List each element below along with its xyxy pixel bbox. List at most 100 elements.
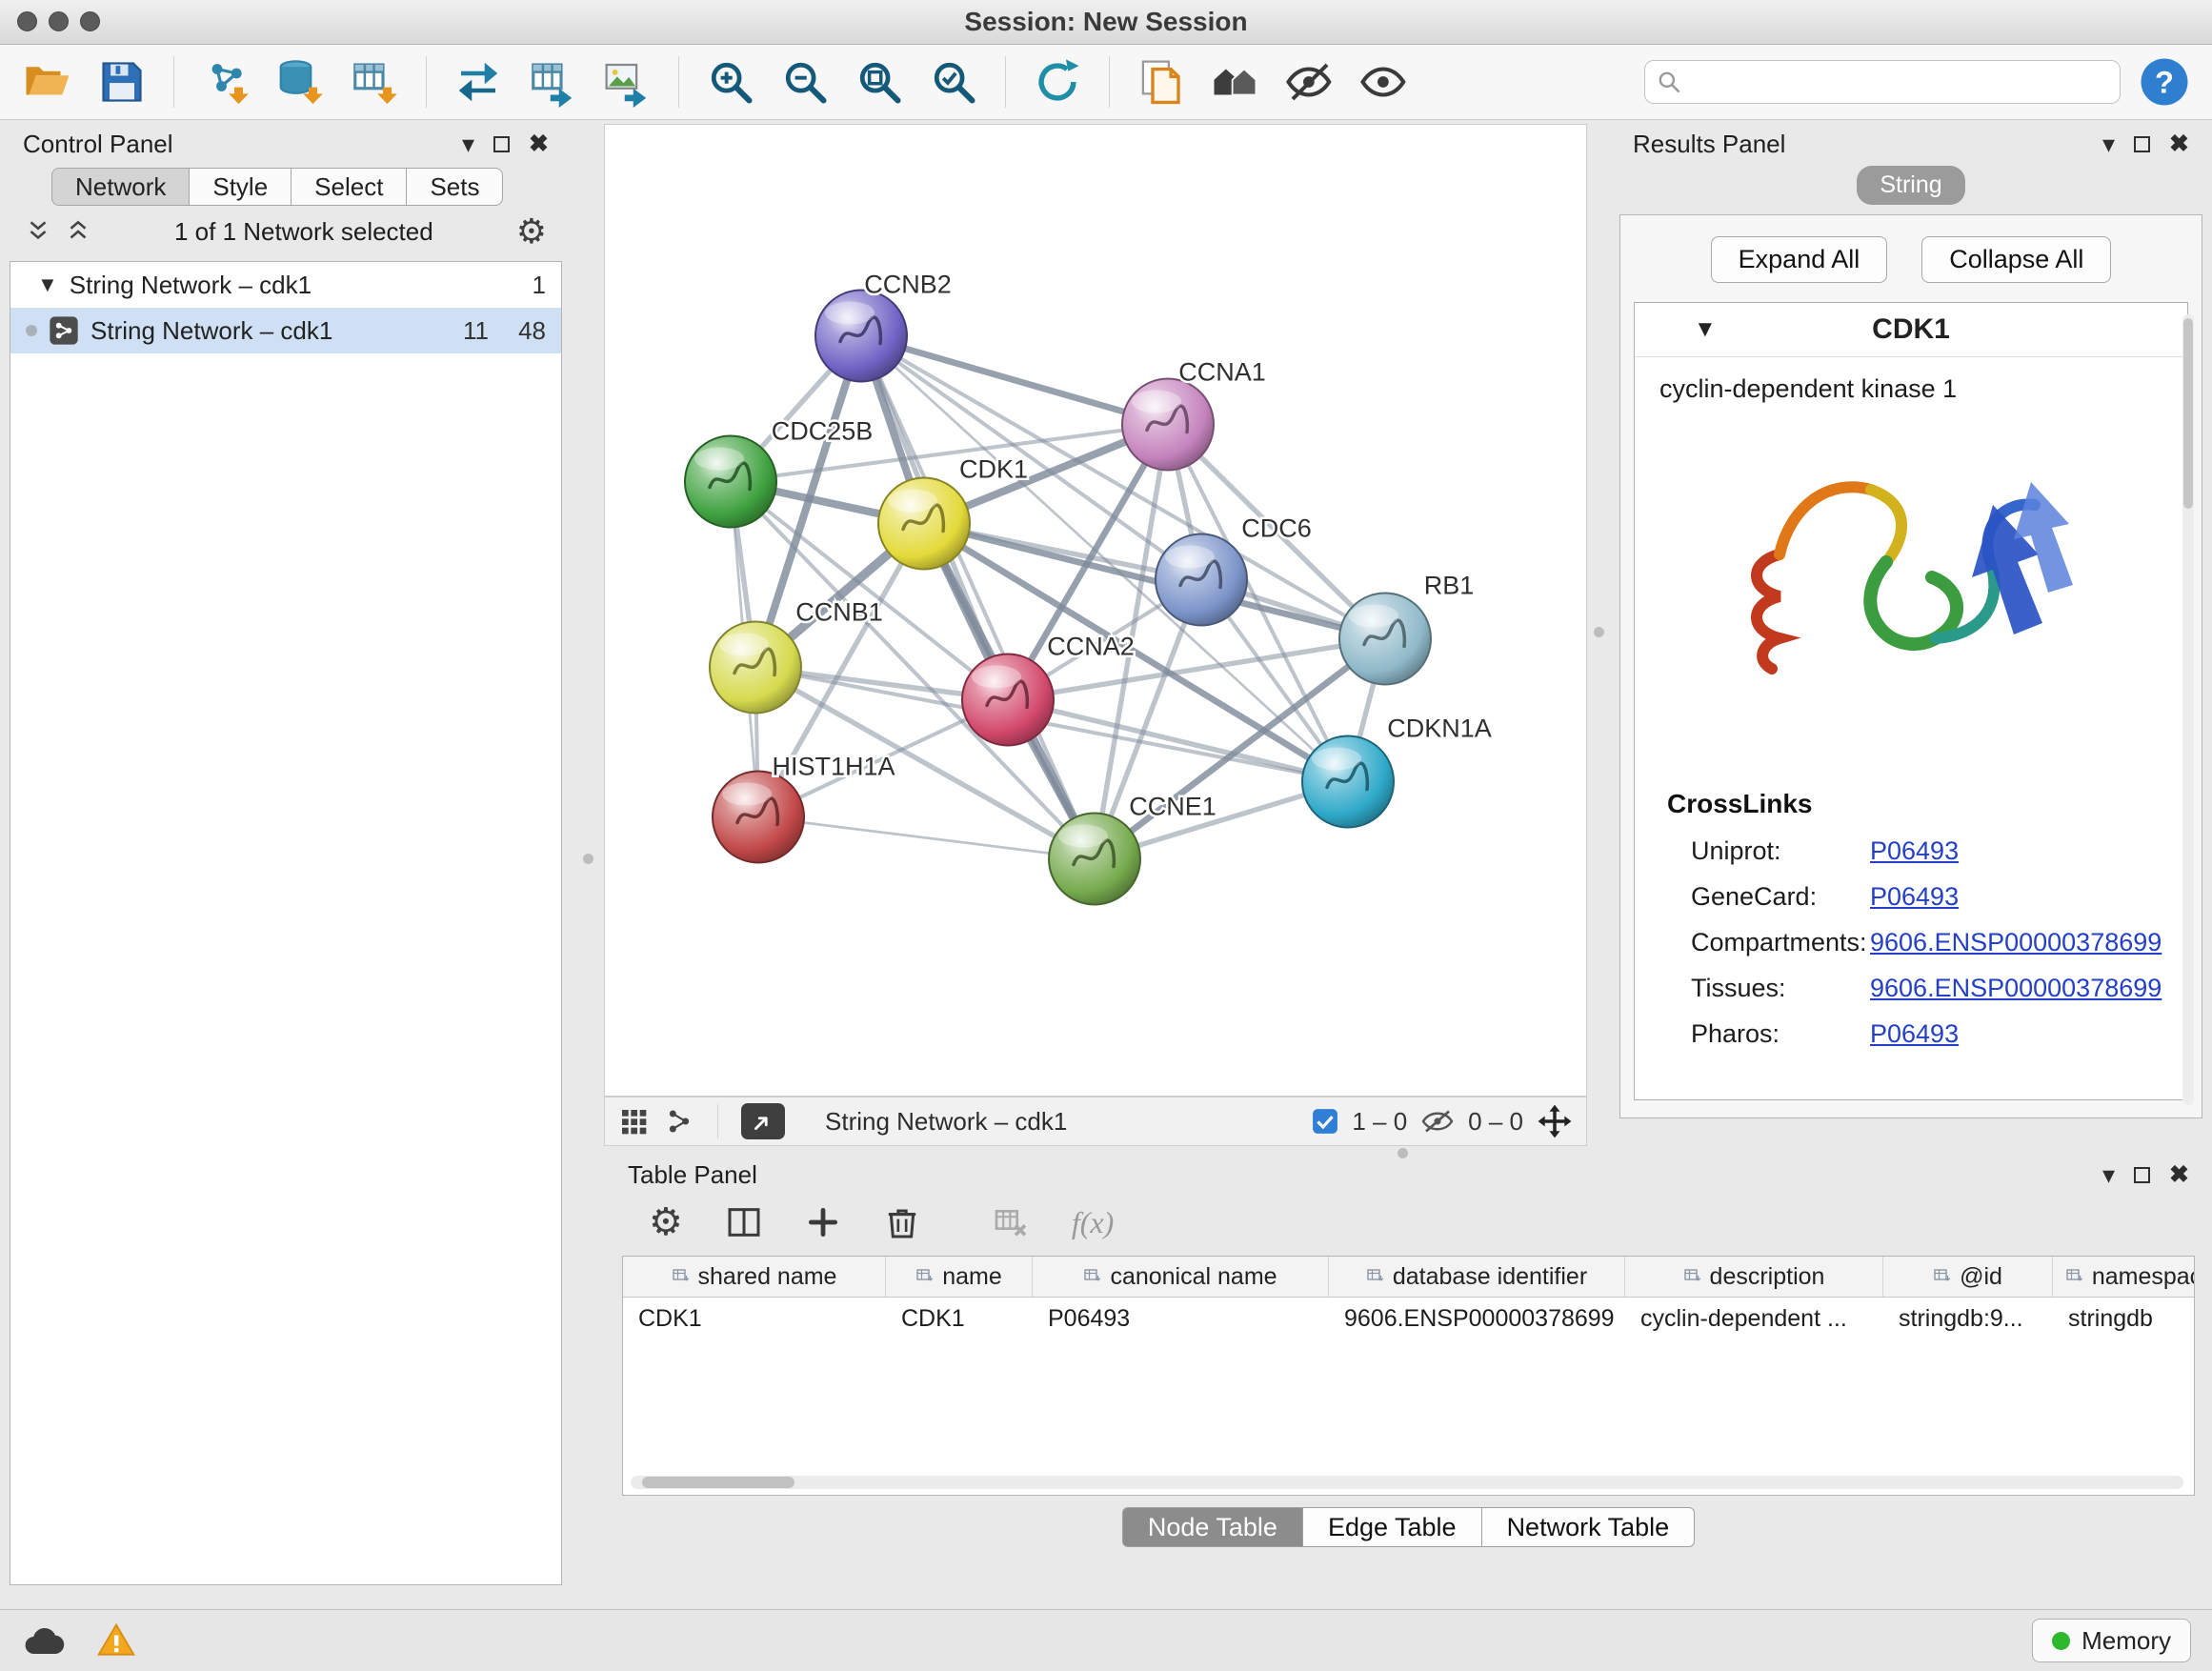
tab-style[interactable]: Style <box>190 168 292 206</box>
collapse-entry-icon[interactable]: ▼ <box>1694 316 1717 343</box>
save-session-button[interactable] <box>91 51 152 112</box>
open-session-button[interactable] <box>17 51 78 112</box>
birds-eye-view-icon[interactable] <box>664 1106 694 1137</box>
memory-button[interactable]: Memory <box>2032 1619 2191 1662</box>
help-button[interactable]: ? <box>2134 51 2195 112</box>
clear-table-icon <box>992 1203 1030 1241</box>
show-hidden-button[interactable] <box>1354 51 1415 112</box>
node-gloss <box>1165 546 1215 569</box>
network-edge[interactable] <box>924 524 1385 639</box>
network-edge[interactable] <box>758 817 1095 859</box>
column-header[interactable]: canonical name <box>1033 1257 1329 1297</box>
tab-edge-table[interactable]: Edge Table <box>1303 1507 1482 1547</box>
zoom-selected-button[interactable] <box>923 51 984 112</box>
splitter-handle[interactable] <box>1594 627 1604 637</box>
gear-icon[interactable]: ⚙ <box>516 214 547 249</box>
crosslink-value[interactable]: 9606.ENSP00000378699 <box>1870 974 2162 1003</box>
node-gloss <box>694 448 744 471</box>
function-builder-icon: f(x) <box>1072 1205 1114 1240</box>
copy-network-button[interactable] <box>1131 51 1192 112</box>
network-graph[interactable]: CCNB2CCNA1CDC25BCDK1CDC6RB1CCNB1CCNA2CDK… <box>605 125 1586 1096</box>
collapse-all-icon[interactable] <box>25 218 51 245</box>
collapse-all-button[interactable]: Collapse All <box>1921 236 2111 283</box>
panel-collapse-icon[interactable]: ▾ <box>2102 1162 2115 1187</box>
tab-sets[interactable]: Sets <box>407 168 503 206</box>
table-cell: 9606.ENSP00000378699 <box>1329 1298 1625 1339</box>
cloud-icon[interactable] <box>21 1621 67 1660</box>
crosslink-row: GeneCard:P06493 <box>1667 882 2187 912</box>
network-row-selected[interactable]: String Network – cdk1 11 48 <box>10 308 561 353</box>
crosslink-value[interactable]: P06493 <box>1870 836 1959 866</box>
crosslink-value[interactable]: 9606.ENSP00000378699 <box>1870 928 2162 957</box>
close-window-button[interactable] <box>17 11 37 31</box>
tab-network-table[interactable]: Network Table <box>1482 1507 1696 1547</box>
panel-float-icon[interactable] <box>2134 136 2150 152</box>
node-label: CDC6 <box>1241 514 1312 543</box>
control-panel: Control Panel ▾ ✖ NetworkStyleSelectSets… <box>10 126 562 1585</box>
show-columns-icon[interactable] <box>725 1203 763 1241</box>
table-row[interactable]: CDK1CDK1P064939606.ENSP00000378699cyclin… <box>623 1298 2194 1339</box>
minimize-window-button[interactable] <box>49 11 69 31</box>
column-header[interactable]: shared name <box>623 1257 886 1297</box>
pan-crosshair-icon[interactable] <box>1537 1103 1573 1139</box>
network-edge[interactable] <box>861 336 1168 425</box>
maximize-window-button[interactable] <box>80 11 100 31</box>
add-column-icon[interactable] <box>805 1204 841 1240</box>
tab-network[interactable]: Network <box>51 168 190 206</box>
string-tab-badge[interactable]: String <box>1857 166 1964 205</box>
zoom-fit-button[interactable] <box>849 51 910 112</box>
panel-collapse-icon[interactable]: ▾ <box>2102 131 2115 156</box>
column-header[interactable]: namespac <box>2053 1257 2195 1297</box>
expand-all-icon[interactable] <box>65 218 91 245</box>
table-panel: Table Panel ▾ ✖ ⚙ f(x) <box>614 1157 2202 1601</box>
column-header[interactable]: database identifier <box>1329 1257 1625 1297</box>
grid-view-icon[interactable] <box>618 1106 649 1137</box>
apply-layout-button[interactable] <box>1027 51 1088 112</box>
crosslink-value[interactable]: P06493 <box>1870 1019 1959 1049</box>
warning-icon[interactable] <box>95 1620 137 1661</box>
import-database-button[interactable] <box>270 51 331 112</box>
zoom-out-icon <box>780 57 830 107</box>
results-scrollbar[interactable] <box>2182 314 2194 1105</box>
hidden-node-edge-count: 0 – 0 <box>1468 1107 1523 1137</box>
expand-all-button[interactable]: Expand All <box>1711 236 1888 283</box>
export-image-button[interactable] <box>596 51 657 112</box>
network-canvas[interactable]: CCNB2CCNA1CDC25BCDK1CDC6RB1CCNB1CCNA2CDK… <box>604 124 1587 1097</box>
tree-expand-icon[interactable]: ▼ <box>37 272 58 297</box>
column-header[interactable]: @id <box>1883 1257 2053 1297</box>
detach-view-button[interactable] <box>741 1103 785 1139</box>
zoom-in-button[interactable] <box>700 51 761 112</box>
zoom-out-button[interactable] <box>774 51 835 112</box>
panel-close-icon[interactable]: ✖ <box>2169 132 2189 156</box>
crosslink-row: Uniprot:P06493 <box>1667 836 2187 866</box>
tab-node-table[interactable]: Node Table <box>1122 1507 1303 1547</box>
network-collection-row[interactable]: ▼ String Network – cdk1 1 <box>10 262 561 308</box>
tab-select[interactable]: Select <box>292 168 407 206</box>
node-gloss <box>972 666 1021 689</box>
column-header[interactable]: description <box>1625 1257 1883 1297</box>
selected-checkbox-icon[interactable] <box>1312 1108 1338 1135</box>
search-field[interactable] <box>1644 60 2121 104</box>
import-network-button[interactable] <box>195 51 256 112</box>
column-header[interactable]: name <box>886 1257 1033 1297</box>
crosslink-value[interactable]: P06493 <box>1870 882 1959 912</box>
splitter-handle[interactable] <box>1398 1148 1408 1158</box>
panel-collapse-icon[interactable]: ▾ <box>462 131 474 156</box>
panel-close-icon[interactable]: ✖ <box>2169 1163 2189 1187</box>
import-table-button[interactable] <box>344 51 405 112</box>
table-settings-gear-icon[interactable]: ⚙ <box>649 1203 683 1241</box>
panel-float-icon[interactable] <box>493 136 510 152</box>
network-edge[interactable] <box>861 336 1095 859</box>
panel-close-icon[interactable]: ✖ <box>529 132 549 156</box>
delete-column-icon[interactable] <box>883 1203 921 1241</box>
hidden-eye-icon[interactable] <box>1420 1108 1455 1135</box>
search-input[interactable] <box>1691 67 2108 98</box>
table-h-scrollbar[interactable] <box>631 1476 2183 1489</box>
export-table-button[interactable] <box>522 51 583 112</box>
control-panel-header: Control Panel ▾ ✖ <box>10 126 562 162</box>
export-network-button[interactable] <box>448 51 509 112</box>
splitter-handle[interactable] <box>583 854 593 864</box>
panel-float-icon[interactable] <box>2134 1167 2150 1183</box>
hide-selected-button[interactable] <box>1279 51 1340 112</box>
show-all-networks-button[interactable] <box>1205 51 1266 112</box>
